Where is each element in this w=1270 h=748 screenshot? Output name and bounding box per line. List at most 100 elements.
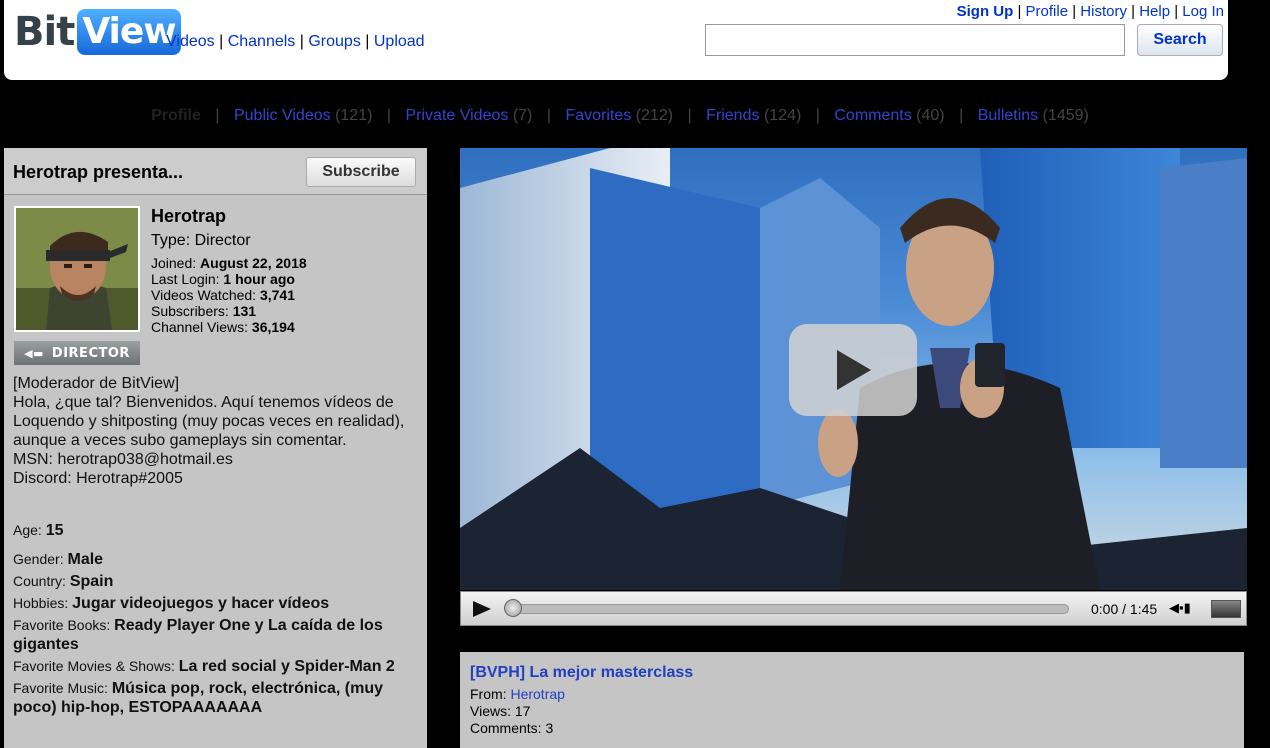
search-button[interactable]: Search — [1137, 24, 1223, 56]
tab-count: (7) — [512, 107, 533, 124]
search-input[interactable] — [705, 24, 1125, 56]
bitview-logo[interactable]: Bit View — [14, 6, 181, 58]
tab-friends[interactable]: Friends (124) — [706, 107, 801, 125]
nav-groups[interactable]: Groups — [308, 33, 360, 50]
field-label: Gender: — [13, 551, 64, 567]
tab-private-videos[interactable]: Private Videos (7) — [406, 107, 533, 125]
video-views: Views: 17 — [470, 703, 531, 719]
tab-label: Comments — [834, 107, 912, 124]
history-link[interactable]: History — [1080, 3, 1127, 20]
video-title[interactable]: [BVPH] La mejor masterclass — [470, 664, 693, 682]
video-frame[interactable] — [460, 148, 1247, 590]
profile-panel-header: Herotrap presenta... Subscribe — [4, 148, 427, 195]
profile-tabs: Profile | Public Videos (121) | Private … — [0, 107, 1240, 125]
log-in-link[interactable]: Log In — [1182, 3, 1224, 20]
tab-count: (121) — [335, 107, 373, 124]
stat-label: Videos Watched: — [151, 287, 257, 303]
tab-separator: | — [687, 107, 692, 124]
tab-label: Public Videos — [233, 107, 331, 124]
field-value: La red social y Spider-Man 2 — [178, 658, 395, 675]
field-value: Spain — [69, 573, 114, 590]
field-label: Hobbies: — [13, 595, 69, 611]
stat-subscribers: Subscribers: 131 — [151, 303, 307, 319]
stat-value: August 22, 2018 — [200, 255, 307, 271]
bio-line: Hola, ¿que tal? Bienvenidos. Aquí tenemo… — [13, 394, 405, 449]
field-favorite-books: Favorite Books: Ready Player One y La ca… — [13, 616, 423, 654]
director-badge: ◀▬ DIRECTOR — [14, 341, 140, 365]
help-link[interactable]: Help — [1139, 3, 1170, 20]
field-value: Jugar videojuegos y hacer vídeos — [72, 595, 330, 612]
field-hobbies: Hobbies: Jugar videojuegos y hacer vídeo… — [13, 594, 423, 613]
profile-bio: [Moderador de BitView] Hola, ¿que tal? B… — [13, 374, 423, 488]
tab-public-videos[interactable]: Public Videos (121) — [234, 107, 372, 125]
avatar[interactable] — [14, 206, 140, 332]
field-value: Male — [67, 551, 104, 568]
stat-label: Channel Views: — [151, 319, 249, 335]
video-comments: Comments: 3 — [470, 720, 554, 736]
profile-stats: Joined: August 22, 2018 Last Login: 1 ho… — [151, 255, 307, 335]
tab-label: Bulletins — [977, 107, 1039, 124]
tab-comments[interactable]: Comments (40) — [834, 107, 944, 125]
tab-profile[interactable]: Profile — [151, 107, 201, 125]
badge-label: DIRECTOR — [51, 345, 130, 361]
stat-value: 131 — [232, 303, 257, 319]
stat-videos-watched: Videos Watched: 3,741 — [151, 287, 307, 303]
field-label: Favorite Movies & Shows: — [13, 658, 175, 674]
tab-bulletins[interactable]: Bulletins (1459) — [978, 107, 1089, 125]
field-country: Country: Spain — [13, 572, 423, 591]
bio-line: MSN: herotrap038@hotmail.es — [13, 451, 233, 468]
player-controls: 0:00 / 1:45 ◀▪▮ — [460, 591, 1247, 626]
field-label: Country: — [13, 573, 66, 589]
play-button[interactable] — [471, 600, 493, 618]
user-nav: Sign Up | Profile | History | Help | Log… — [956, 3, 1224, 20]
play-overlay-button[interactable] — [789, 324, 917, 416]
bio-line: [Moderador de BitView] — [13, 375, 180, 392]
profile-panel: Herotrap presenta... Subscribe ◀▬ DIRECT… — [4, 148, 427, 748]
megaphone-icon: ◀▬ — [24, 346, 44, 360]
stat-channel-views: Channel Views: 36,194 — [151, 319, 307, 335]
site-header: Bit View Videos | Channels | Groups | Up… — [4, 0, 1228, 80]
stat-value: 36,194 — [251, 319, 295, 335]
progress-handle[interactable] — [504, 599, 522, 617]
field-label: Age: — [13, 522, 42, 538]
fullscreen-button[interactable] — [1211, 600, 1241, 618]
profile-heading: Herotrap presenta... — [13, 162, 184, 182]
progress-bar[interactable] — [504, 599, 1069, 617]
tab-separator: | — [546, 107, 551, 124]
stat-value: 1 hour ago — [223, 271, 295, 287]
field-favorite-movies: Favorite Movies & Shows: La red social y… — [13, 657, 423, 676]
tab-separator: | — [386, 107, 392, 124]
video-info-panel: [BVPH] La mejor masterclass From: Herotr… — [460, 652, 1244, 748]
profile-link[interactable]: Profile — [1026, 3, 1069, 20]
nav-upload[interactable]: Upload — [374, 33, 425, 50]
tab-favorites[interactable]: Favorites (212) — [565, 107, 673, 125]
stat-joined: Joined: August 22, 2018 — [151, 255, 307, 271]
nav-channels[interactable]: Channels — [228, 33, 296, 50]
tab-count: (1459) — [1042, 107, 1089, 124]
tab-label: Private Videos — [405, 107, 509, 124]
volume-icon[interactable]: ◀▪▮ — [1169, 600, 1191, 616]
video-meta: From: Herotrap Views: 17 Comments: 3 — [470, 686, 565, 737]
field-age: Age: 15 — [13, 521, 423, 540]
stat-label: Last Login: — [151, 271, 220, 287]
main-nav: Videos | Channels | Groups | Upload — [166, 33, 425, 50]
profile-fields: Age: 15 Gender: Male Country: Spain Hobb… — [13, 521, 423, 720]
avatar-image — [16, 208, 138, 330]
sign-up-link[interactable]: Sign Up — [957, 3, 1014, 20]
stat-label: Joined: — [151, 255, 197, 271]
field-label: Favorite Music: — [13, 680, 108, 696]
tab-separator: | — [815, 107, 820, 124]
tab-label: Friends — [706, 107, 760, 124]
field-value: 15 — [45, 522, 64, 539]
nav-videos[interactable]: Videos — [166, 33, 215, 50]
stat-value: 3,741 — [259, 287, 295, 303]
uploader-link[interactable]: Herotrap — [510, 686, 564, 702]
video-player[interactable]: 0:00 / 1:45 ◀▪▮ — [460, 148, 1247, 626]
field-label: Favorite Books: — [13, 617, 111, 633]
stat-last-login: Last Login: 1 hour ago — [151, 271, 307, 287]
tab-count: (40) — [916, 107, 945, 124]
time-display: 0:00 / 1:45 — [1091, 601, 1158, 617]
tab-separator: | — [215, 107, 220, 124]
tab-label: Favorites — [565, 107, 632, 124]
subscribe-button[interactable]: Subscribe — [306, 157, 416, 187]
